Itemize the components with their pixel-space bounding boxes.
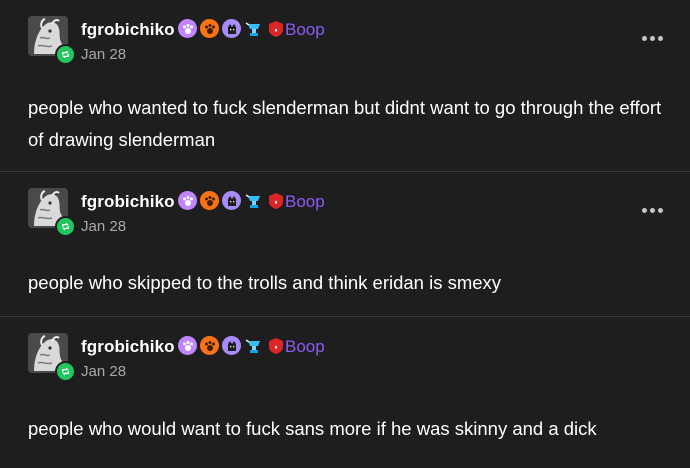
post-item: fgrobichiko ♦ Boop Jan 28 people <box>0 172 690 317</box>
post-item: fgrobichiko ♦ Boop Jan 28 people who wou… <box>0 317 690 468</box>
boop-link[interactable]: Boop <box>285 337 325 357</box>
orange-paw-badge[interactable] <box>200 19 219 38</box>
reblog-icon <box>55 44 76 65</box>
badge-list: ♦ <box>178 336 285 355</box>
badge-list: ♦ <box>178 191 285 210</box>
red-shield-badge[interactable]: ♦ <box>266 191 285 210</box>
reblog-icon <box>55 361 76 382</box>
dot <box>641 35 647 41</box>
purple-cat-badge[interactable] <box>222 191 241 210</box>
purple-cat-badge[interactable] <box>222 19 241 38</box>
post-item: fgrobichiko ♦ Boop Jan 28 people <box>0 0 690 172</box>
boop-link[interactable]: Boop <box>285 20 325 40</box>
post-date[interactable]: Jan 28 <box>81 363 126 380</box>
purple-paw-badge[interactable] <box>178 191 197 210</box>
dot <box>649 207 655 213</box>
boop-link[interactable]: Boop <box>285 192 325 212</box>
orange-paw-badge[interactable] <box>200 191 219 210</box>
avatar[interactable] <box>28 333 76 382</box>
dot <box>657 35 663 41</box>
blue-trophy-badge[interactable] <box>244 336 263 355</box>
post-body: people who would want to fuck sans more … <box>28 418 597 439</box>
more-options-icon[interactable] <box>638 28 666 48</box>
blue-trophy-badge[interactable] <box>244 191 263 210</box>
username[interactable]: fgrobichiko <box>81 337 175 357</box>
orange-paw-badge[interactable] <box>200 336 219 355</box>
red-shield-badge[interactable]: ♦ <box>266 336 285 355</box>
dot <box>641 207 647 213</box>
red-shield-badge[interactable]: ♦ <box>266 19 285 38</box>
svg-text:♦: ♦ <box>274 345 277 351</box>
username[interactable]: fgrobichiko <box>81 192 175 212</box>
more-options-icon[interactable] <box>638 200 666 220</box>
dot <box>649 35 655 41</box>
purple-paw-badge[interactable] <box>178 336 197 355</box>
post-date[interactable]: Jan 28 <box>81 218 126 235</box>
badge-list: ♦ <box>178 19 285 38</box>
avatar[interactable] <box>28 188 76 237</box>
post-body: people who wanted to fuck slenderman but… <box>28 97 662 150</box>
post-body: people who skipped to the trolls and thi… <box>28 272 502 293</box>
purple-paw-badge[interactable] <box>178 19 197 38</box>
reblog-icon <box>55 216 76 237</box>
svg-text:♦: ♦ <box>274 28 277 34</box>
post-date[interactable]: Jan 28 <box>81 46 126 63</box>
dot <box>657 207 663 213</box>
avatar[interactable] <box>28 16 76 65</box>
post-feed: fgrobichiko ♦ Boop Jan 28 people who wan… <box>0 0 690 468</box>
purple-cat-badge[interactable] <box>222 336 241 355</box>
blue-trophy-badge[interactable] <box>244 19 263 38</box>
username[interactable]: fgrobichiko <box>81 20 175 40</box>
svg-text:♦: ♦ <box>274 200 277 206</box>
